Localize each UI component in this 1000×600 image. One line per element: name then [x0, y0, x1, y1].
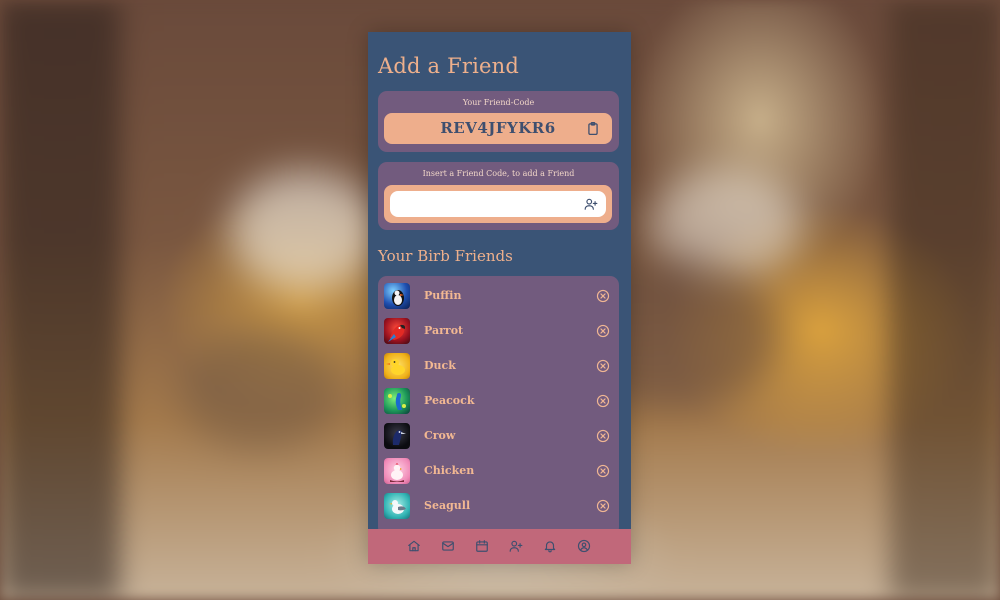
friend-code-card: Your Friend-Code REV4JFYKR6	[378, 91, 619, 152]
bell-icon[interactable]	[543, 539, 557, 553]
friend-name: Crow	[424, 429, 456, 442]
circle-x-icon[interactable]	[596, 359, 610, 373]
friend-code-value: REV4JFYKR6	[440, 119, 556, 137]
home-icon[interactable]	[407, 539, 421, 553]
friend-name: Duck	[424, 359, 456, 372]
avatar	[384, 318, 410, 344]
insert-code-label: Insert a Friend Code, to add a Friend	[422, 169, 575, 178]
bottom-navbar	[368, 529, 631, 564]
user-plus-icon[interactable]	[584, 197, 598, 211]
friend-item-crow[interactable]: Crow	[378, 421, 619, 451]
circle-x-icon[interactable]	[596, 324, 610, 338]
avatar	[384, 458, 410, 484]
avatar	[384, 423, 410, 449]
insert-code-wrapper	[384, 185, 612, 223]
circle-x-icon[interactable]	[596, 394, 610, 408]
friend-name: Peacock	[424, 394, 475, 407]
friend-code-pill: REV4JFYKR6	[384, 113, 612, 144]
circle-x-icon[interactable]	[596, 499, 610, 513]
avatar	[384, 283, 410, 309]
friend-item-peacock[interactable]: Peacock	[378, 386, 619, 416]
friend-name: Chicken	[424, 464, 475, 477]
friend-name: Seagull	[424, 499, 471, 512]
friend-name: Parrot	[424, 324, 464, 337]
app-panel: Add a Friend Your Friend-Code REV4JFYKR6…	[368, 32, 631, 564]
friend-item-chicken[interactable]: Chicken	[378, 456, 619, 486]
friends-section-title: Your Birb Friends	[378, 247, 513, 265]
friend-item-seagull[interactable]: Seagull	[378, 491, 619, 521]
insert-code-card: Insert a Friend Code, to add a Friend	[378, 162, 619, 230]
friends-list: Puffin Parrot Duck Peacock Crow Chicken …	[378, 276, 619, 529]
avatar	[384, 388, 410, 414]
friend-code-label: Your Friend-Code	[462, 98, 535, 107]
friend-code-input[interactable]	[390, 191, 606, 217]
calendar-icon[interactable]	[475, 539, 489, 553]
scroll-area[interactable]: Add a Friend Your Friend-Code REV4JFYKR6…	[368, 32, 631, 529]
circle-x-icon[interactable]	[596, 429, 610, 443]
friend-name: Puffin	[424, 289, 462, 302]
friend-item-parrot[interactable]: Parrot	[378, 316, 619, 346]
mail-icon[interactable]	[441, 539, 455, 553]
friend-item-duck[interactable]: Duck	[378, 351, 619, 381]
clipboard-icon[interactable]	[586, 121, 600, 136]
circle-x-icon[interactable]	[596, 289, 610, 303]
circle-x-icon[interactable]	[596, 464, 610, 478]
friend-item-puffin[interactable]: Puffin	[378, 281, 619, 311]
user-plus-icon[interactable]	[509, 539, 523, 553]
avatar	[384, 353, 410, 379]
page-title: Add a Friend	[378, 54, 520, 78]
user-circle-icon[interactable]	[577, 539, 591, 553]
avatar	[384, 493, 410, 519]
